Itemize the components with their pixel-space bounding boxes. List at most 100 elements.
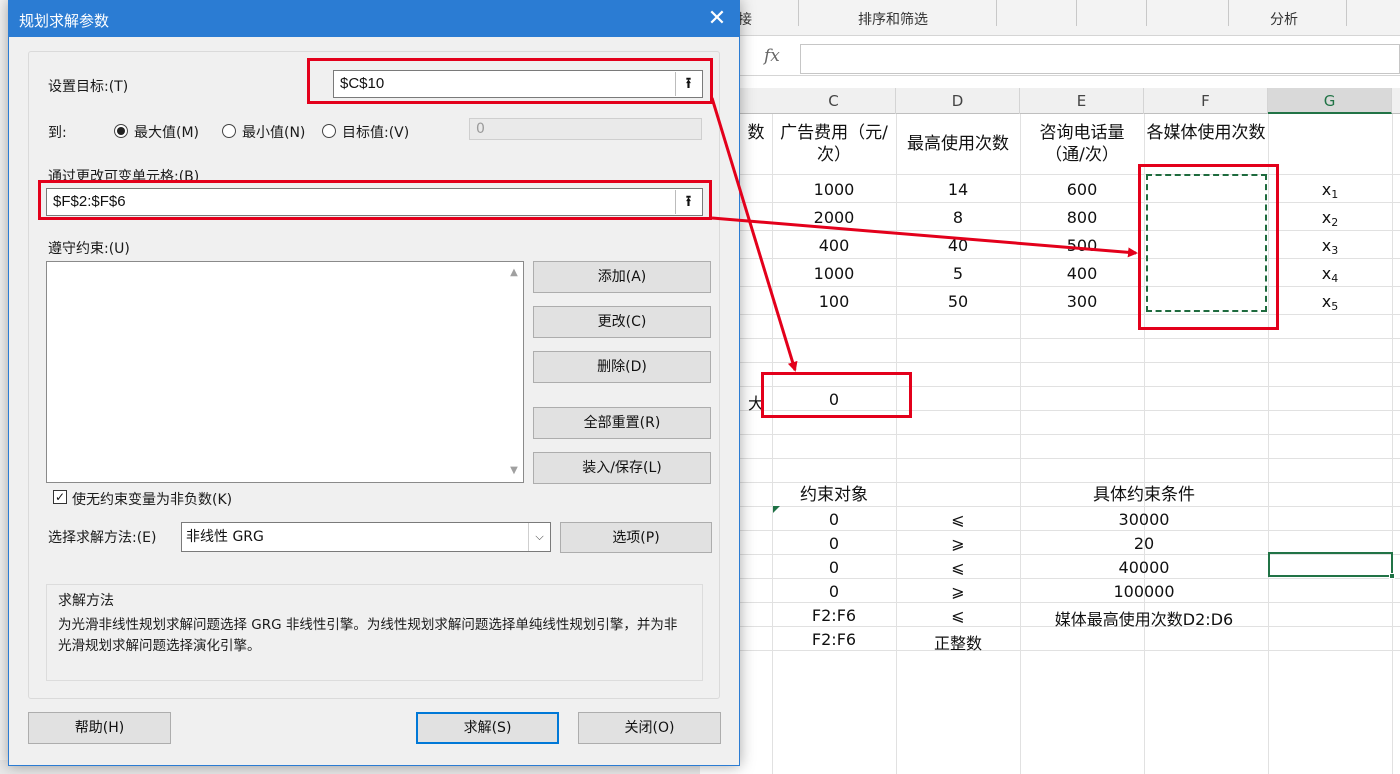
solver-parameters-dialog: 规划求解参数 ✕ 设置目标:(T) $C$10 ⭱ 到: 最大值(M) 最小值(… [8,0,740,766]
dialog-title-bar[interactable]: 规划求解参数 ✕ [9,1,739,37]
close-button[interactable]: 关闭(O) [578,712,721,744]
constraint-cond-5[interactable]: 媒体最高使用次数D2:D6 [1022,606,1266,630]
description-title: 求解方法 [58,593,114,609]
to-label: 到: [48,125,67,141]
cell-e6[interactable]: 300 [1022,292,1142,311]
solving-method-value: 非线性 GRG [186,529,264,545]
constraint-op-5[interactable]: ⩽ [898,606,1018,625]
cell-g5[interactable]: x4 [1270,264,1390,285]
constraint-op-4[interactable]: ⩾ [898,582,1018,601]
nonneg-label[interactable]: 使无约束变量为非负数(K) [72,489,232,509]
active-cell-selection[interactable] [1268,552,1393,577]
cell-c6[interactable]: 100 [774,292,894,311]
cell-g2[interactable]: x1 [1270,180,1390,201]
scroll-down-icon[interactable]: ▼ [507,464,521,478]
description-text: 为光滑非线性规划求解问题选择 GRG 非线性引擎。为线性规划求解问题选择单纯线性… [58,617,678,654]
annotation-box-objective [307,58,713,104]
scroll-up-icon[interactable]: ▲ [507,266,521,280]
constraint-cond-1[interactable]: 30000 [1022,510,1266,529]
header-b-partial: 数 [747,123,765,143]
radio-max[interactable] [114,124,128,138]
dialog-title: 规划求解参数 [19,12,110,30]
constraint-op-3[interactable]: ⩽ [898,558,1018,577]
radio-target[interactable] [322,124,336,138]
constraint-op-6[interactable]: 正整数 [898,630,1018,654]
cell-g6[interactable]: x5 [1270,292,1390,313]
help-button[interactable]: 帮助(H) [28,712,171,744]
cell-e5[interactable]: 400 [1022,264,1142,283]
ribbon-group-sort-filter: 排序和筛选 [858,12,928,28]
annotation-box-f-column [1138,164,1279,330]
ribbon-separator [1076,0,1077,26]
cell-d2[interactable]: 14 [898,180,1018,199]
cell-e3[interactable]: 800 [1022,208,1142,227]
options-button[interactable]: 选项(P) [560,522,712,553]
header-media-uses: 各媒体使用次数 [1146,123,1266,143]
constraints-label: 遵守约束:(U) [48,241,130,257]
constraint-obj-1[interactable]: 0 [774,510,894,529]
load-save-button[interactable]: 装入/保存(L) [533,452,711,484]
constraint-object-header: 约束对象 [800,485,868,505]
cell-d6[interactable]: 50 [898,292,1018,311]
constraint-obj-4[interactable]: 0 [774,582,894,601]
constraint-cond-4[interactable]: 100000 [1022,582,1266,601]
solving-method-description: 求解方法 为光滑非线性规划求解问题选择 GRG 非线性引擎。为线性规划求解问题选… [46,584,703,681]
header-ad-cost: 广告费用（元/次） [780,123,888,165]
column-header-c[interactable]: C [772,88,896,114]
cell-c2[interactable]: 1000 [774,180,894,199]
chevron-down-icon[interactable]: ⌵ [528,523,550,551]
cell-d5[interactable]: 5 [898,264,1018,283]
ribbon-group-get-data: 接 [738,12,752,28]
nonneg-checkbox[interactable]: ✓ [53,490,67,504]
delete-button[interactable]: 删除(D) [533,351,711,383]
constraint-obj-3[interactable]: 0 [774,558,894,577]
change-button[interactable]: 更改(C) [533,306,711,338]
target-value-input: 0 [469,118,702,140]
set-objective-label: 设置目标:(T) [48,79,129,95]
constraint-obj-6[interactable]: F2:F6 [774,630,894,649]
close-icon[interactable]: ✕ [695,1,739,37]
cell-d3[interactable]: 8 [898,208,1018,227]
constraint-cond-2[interactable]: 20 [1022,534,1266,553]
radio-target-label[interactable]: 目标值:(V) [342,122,409,142]
cell-c3[interactable]: 2000 [774,208,894,227]
formula-input[interactable] [800,44,1400,74]
method-label: 选择求解方法:(E) [48,530,157,546]
radio-min[interactable] [222,124,236,138]
cell-d4[interactable]: 40 [898,236,1018,255]
constraints-listbox[interactable]: ▲ ▼ [46,261,524,483]
fx-icon[interactable]: fx [764,46,780,66]
reset-all-button[interactable]: 全部重置(R) [533,407,711,439]
annotation-box-changing-cells [38,180,712,220]
annotation-box-c10 [761,372,912,418]
header-call-volume: 咨询电话量（通/次） [1039,123,1125,165]
cell-g4[interactable]: x3 [1270,236,1390,257]
solving-method-select[interactable]: 非线性 GRG ⌵ [181,522,551,552]
constraint-cond-3[interactable]: 40000 [1022,558,1266,577]
column-header-e[interactable]: E [1020,88,1144,114]
cell-c5[interactable]: 1000 [774,264,894,283]
cell-c4[interactable]: 400 [774,236,894,255]
ribbon-group-labels: 接 排序和筛选 分析 [700,0,1400,36]
column-header-g[interactable]: G [1268,88,1392,114]
header-max-uses: 最高使用次数 [907,134,1009,154]
cell-g3[interactable]: x2 [1270,208,1390,229]
ribbon-separator [1346,0,1347,26]
constraint-obj-5[interactable]: F2:F6 [774,606,894,625]
radio-min-label[interactable]: 最小值(N) [242,122,305,142]
add-button[interactable]: 添加(A) [533,261,711,293]
solve-button[interactable]: 求解(S) [416,712,559,744]
cell-e2[interactable]: 600 [1022,180,1142,199]
constraint-op-2[interactable]: ⩾ [898,534,1018,553]
radio-max-label[interactable]: 最大值(M) [134,122,199,142]
ribbon-group-analysis: 分析 [1270,12,1298,28]
column-header-f[interactable]: F [1144,88,1268,114]
ribbon-separator [1146,0,1147,26]
column-header-d[interactable]: D [896,88,1020,114]
constraint-condition-header: 具体约束条件 [1093,485,1195,505]
constraint-obj-2[interactable]: 0 [774,534,894,553]
cell-e4[interactable]: 500 [1022,236,1142,255]
ribbon-separator [798,0,799,26]
constraint-op-1[interactable]: ⩽ [898,510,1018,529]
fill-handle[interactable] [1389,573,1395,579]
